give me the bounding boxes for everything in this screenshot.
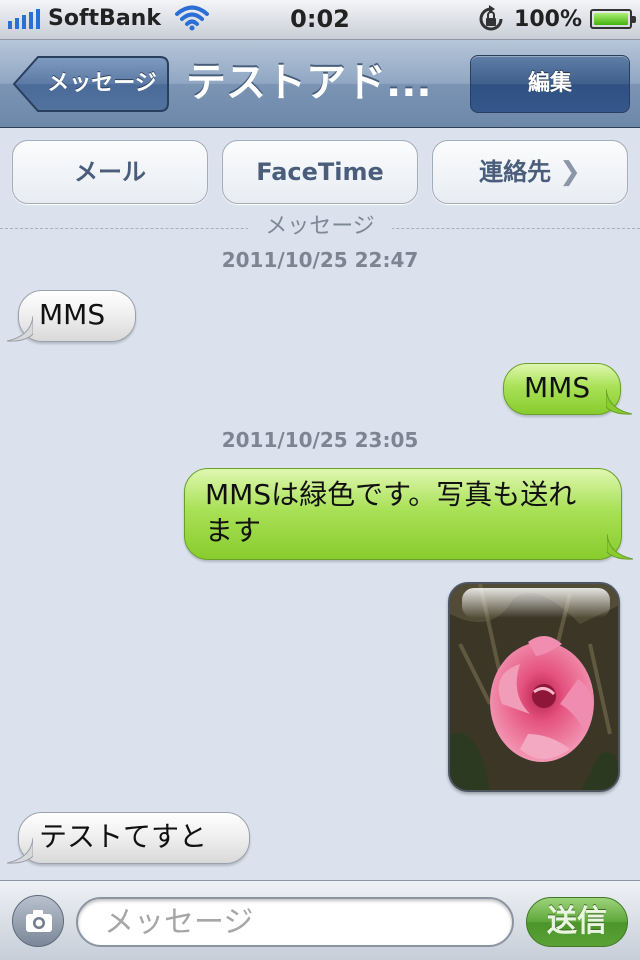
status-right: 100% xyxy=(476,5,636,33)
timestamp: 2011/10/25 23:05 xyxy=(221,428,419,452)
incoming-message-bubble[interactable]: テストてすと xyxy=(7,812,250,864)
bubble-tail xyxy=(607,534,633,560)
message-input[interactable] xyxy=(76,897,514,947)
outgoing-message-bubble[interactable]: MMSは緑色です。写真も送れます xyxy=(184,468,633,560)
send-button[interactable]: 送信 xyxy=(526,897,628,947)
mail-button[interactable]: メール xyxy=(12,140,208,204)
facetime-button-label: FaceTime xyxy=(256,158,384,186)
outgoing-message-bubble[interactable]: MMS xyxy=(503,363,632,415)
message-text: MMS xyxy=(524,371,591,404)
contact-info-button[interactable]: 連絡先 ❯ xyxy=(432,140,628,204)
message-text: MMSは緑色です。写真も送れます xyxy=(205,478,577,547)
camera-icon xyxy=(26,910,52,932)
bubble-tail xyxy=(7,316,33,342)
section-label: メッセージ xyxy=(248,212,392,242)
battery-icon xyxy=(590,9,636,29)
message-text: テストてすと xyxy=(39,820,208,853)
bubble-tail xyxy=(606,389,632,415)
back-button-label: メッセージ xyxy=(47,71,157,96)
photo-message[interactable] xyxy=(448,582,620,792)
mail-button-label: メール xyxy=(74,158,146,186)
back-button[interactable]: メッセージ xyxy=(12,55,170,113)
rose-photo-image xyxy=(450,584,618,790)
battery-percent: 100% xyxy=(514,6,582,32)
rotation-lock-icon xyxy=(479,5,503,31)
chevron-right-icon: ❯ xyxy=(559,157,581,187)
camera-button[interactable] xyxy=(12,895,64,947)
status-bar: SoftBank 0:02 100% xyxy=(0,0,640,40)
incoming-message-bubble[interactable]: MMS xyxy=(7,290,136,342)
edit-button[interactable]: 編集 xyxy=(470,55,630,113)
contact-actions: メール FaceTime 連絡先 ❯ xyxy=(0,128,640,218)
bubble-tail xyxy=(7,838,33,864)
facetime-button[interactable]: FaceTime xyxy=(222,140,418,204)
page-title: テストアド... xyxy=(186,60,432,106)
timestamp: 2011/10/25 22:47 xyxy=(221,248,419,272)
message-text: MMS xyxy=(39,298,106,331)
message-composer: 送信 xyxy=(0,880,640,960)
contact-button-label: 連絡先 xyxy=(479,158,552,186)
navigation-bar: メッセージ テストアド... 編集 xyxy=(0,40,640,128)
